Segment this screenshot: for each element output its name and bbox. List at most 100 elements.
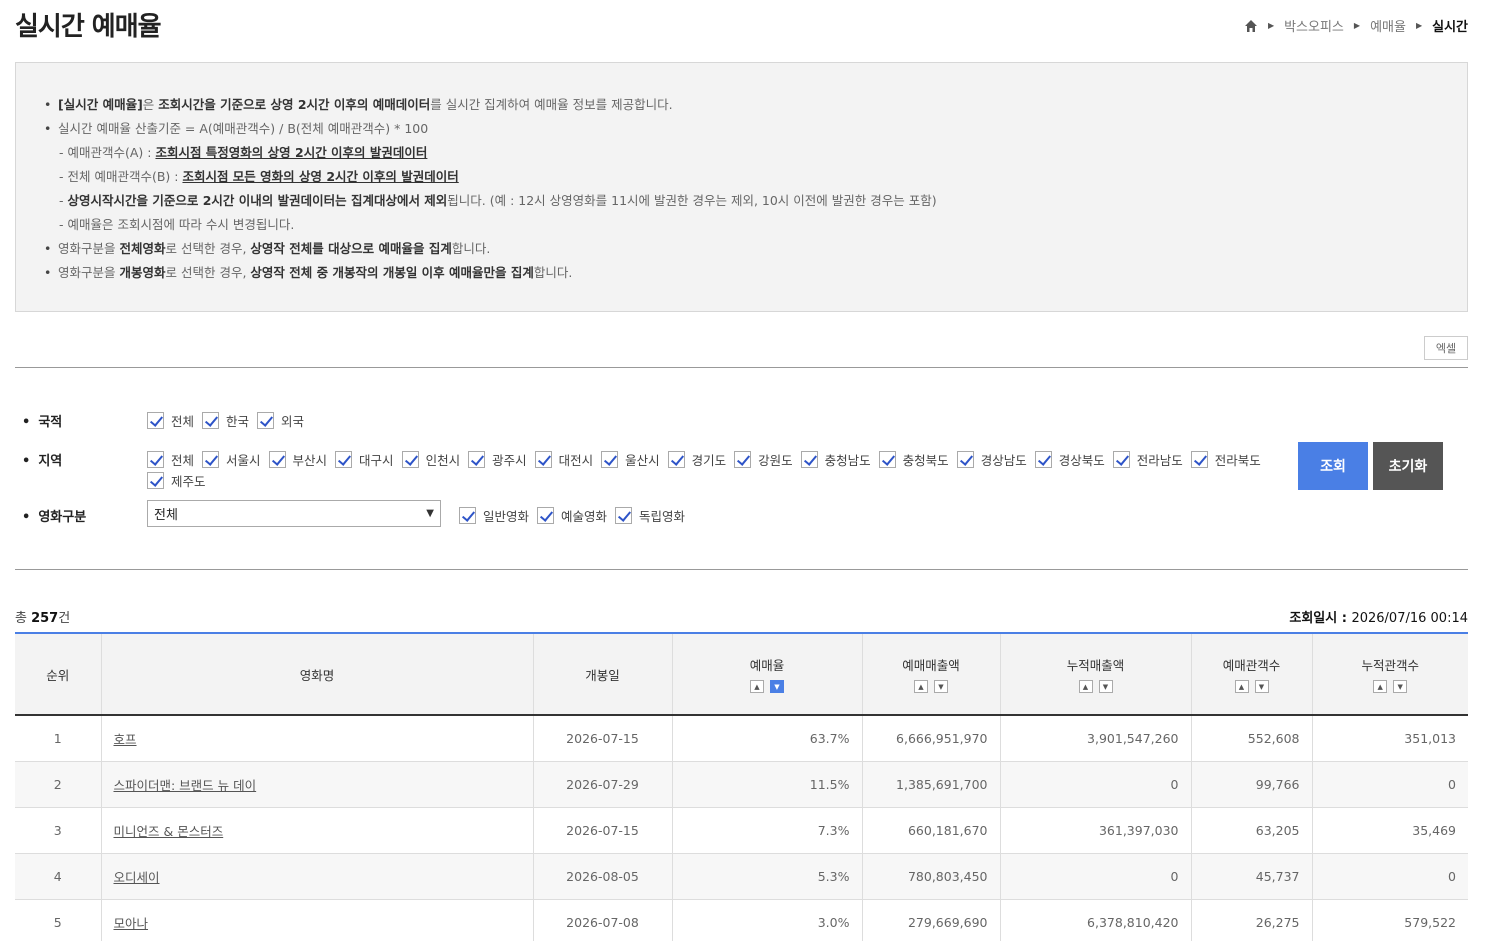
checkbox-checked-icon[interactable] [459,507,476,524]
movie-title-link[interactable]: 미니언즈 & 몬스터즈 [114,824,224,839]
table-cell: 1,385,691,700 [861,761,1000,808]
checkbox-nat-1[interactable]: 한국 [202,411,249,430]
table-cell: 279,669,690 [861,899,1000,941]
checkbox-checked-icon[interactable] [401,451,419,468]
checkbox-checked-icon[interactable] [147,412,164,429]
table-cell: 1 [15,715,101,762]
checkbox-region-15[interactable]: 전라북도 [1190,450,1261,469]
table-cell: 579,522 [1311,899,1468,941]
checkbox-region-5[interactable]: 광주시 [468,450,527,469]
breadcrumb-item-reservation[interactable]: 예매율 [1370,16,1406,35]
table-cell: 11.5% [671,761,862,808]
checkbox-type-0[interactable]: 일반영화 [459,506,529,525]
movie-title-link[interactable]: 오디세이 [114,870,160,885]
checkbox-region-9[interactable]: 강원도 [734,450,793,469]
checkbox-checked-icon[interactable] [667,451,685,468]
sort-up-icon[interactable]: ▲ [914,680,928,693]
checkbox-region-13[interactable]: 경상북도 [1034,450,1105,469]
column-header-cum-sales: 누적매출액 ▲ ▼ [999,632,1191,716]
info-line: 영화구분을 전체영화로 선택한 경우, 상영작 전체를 대상으로 예매율을 집계… [44,237,1439,261]
column-header-sales: 예매매출액 ▲ ▼ [861,632,1000,716]
movie-title-link[interactable]: 호프 [114,732,137,747]
sort-down-icon[interactable]: ▼ [1393,680,1408,693]
info-line: [실시간 예매율]은 조회시간을 기준으로 상영 2시간 이후의 예매데이터를 … [44,93,1439,117]
checkbox-type-1[interactable]: 예술영화 [537,506,607,525]
info-line: 실시간 예매율 산출기준 = A(예매관객수) / B(전체 예매관객수) * … [44,117,1439,141]
column-header: 개봉일 [532,632,672,716]
sort-down-icon[interactable]: ▼ [1098,680,1113,693]
divider [15,569,1468,570]
checkbox-region-0[interactable]: 전체 [147,450,194,469]
checkbox-region-11[interactable]: 충청북도 [878,450,949,469]
table-cell: 0 [1311,853,1468,900]
movie-title-link[interactable]: 모아나 [114,916,149,931]
checkbox-checked-icon[interactable] [615,507,633,524]
checkbox-region-7[interactable]: 울산시 [601,450,660,469]
checkbox-nat-0[interactable]: 전체 [147,411,194,430]
table-cell: 2026-07-08 [532,899,672,941]
sort-up-icon[interactable]: ▲ [1078,680,1093,693]
checkbox-checked-icon[interactable] [537,507,555,524]
checkbox-checked-icon[interactable] [800,451,818,468]
checkbox-label: 예술영화 [561,509,608,524]
table-cell: 780,803,450 [861,853,1000,900]
checkbox-checked-icon[interactable] [147,451,164,468]
checkbox-checked-icon[interactable] [601,451,619,468]
sort-up-icon[interactable]: ▲ [1373,680,1388,693]
checkbox-checked-icon[interactable] [468,451,486,468]
search-button[interactable]: 조회 [1298,442,1368,490]
checkbox-checked-icon[interactable] [202,451,220,468]
checkbox-region-1[interactable]: 서울시 [202,450,261,469]
table-cell: 2026-07-15 [532,807,672,854]
checkbox-checked-icon[interactable] [534,451,552,468]
checkbox-checked-icon[interactable] [257,412,275,429]
table-cell: 7.3% [671,807,862,854]
checkbox-checked-icon[interactable] [147,472,164,489]
checkbox-checked-icon[interactable] [1190,451,1208,468]
checkbox-region-4[interactable]: 인천시 [401,450,460,469]
checkbox-checked-icon[interactable] [202,412,220,429]
checkbox-region-6[interactable]: 대전시 [534,450,594,469]
checkbox-region-16[interactable]: 제주도 [147,471,206,490]
table-row: 5 모아나 2026-07-08 3.0% 279,669,690 6,378,810,4… [15,899,1468,941]
checkbox-region-3[interactable]: 대구시 [335,450,394,469]
checkbox-checked-icon[interactable] [878,451,896,468]
checkbox-region-8[interactable]: 경기도 [667,450,726,469]
checkbox-checked-icon[interactable] [956,451,974,468]
movie-title-link[interactable]: 스파이더맨: 브랜드 뉴 데이 [114,778,257,793]
sort-up-icon[interactable]: ▲ [750,680,764,693]
checkbox-label: 광주시 [492,453,527,468]
checkbox-region-14[interactable]: 전라남도 [1112,450,1183,469]
breadcrumb-item-boxoffice[interactable]: 박스오피스 [1284,16,1344,35]
sort-down-icon[interactable]: ▼ [770,680,784,693]
checkbox-nat-2[interactable]: 외국 [257,411,304,430]
checkbox-checked-icon[interactable] [734,451,752,468]
reservation-table: 순위 영화명 개봉일 예매율 ▲ ▼ 예매매출액 ▲ ▼ 누적매출액 ▲ ▼ 예매관객수 ▲ ▼… [15,632,1468,941]
column-header-cum-audience: 누적관객수 ▲ ▼ [1311,632,1468,716]
table-row: 2 스파이더맨: 브랜드 뉴 데이 2026-07-29 11.5% 1,385,691… [15,761,1468,808]
page-title: 실시간 예매율 [15,12,162,42]
checkbox-type-2[interactable]: 독립영화 [615,506,685,525]
checkbox-label: 대전시 [558,453,594,468]
checkbox-region-2[interactable]: 부산시 [268,450,328,469]
filter-label: 국적 [22,411,147,430]
excel-button[interactable]: 엑셀 [1424,336,1468,360]
checkbox-checked-icon[interactable] [1034,451,1052,468]
checkbox-checked-icon[interactable] [335,451,353,468]
checkbox-region-10[interactable]: 충청남도 [800,450,871,469]
home-icon[interactable] [1244,19,1258,33]
checkbox-checked-icon[interactable] [1112,451,1130,468]
checkbox-checked-icon[interactable] [268,451,286,468]
table-cell: 660,181,670 [861,807,1000,854]
movie-type-select[interactable]: 전체 ▼ [147,500,441,527]
sort-down-icon[interactable]: ▼ [1254,680,1269,693]
checkbox-region-12[interactable]: 경상남도 [956,450,1027,469]
sort-up-icon[interactable]: ▲ [1234,680,1249,693]
reset-button[interactable]: 초기화 [1373,442,1443,490]
movie-type-checkbox-group: 일반영화 예술영화 독립영화 [459,506,859,525]
chevron-right-icon: ▶ [1267,21,1275,30]
checkbox-label: 부산시 [292,453,328,468]
filter-region: 지역 전체 서울시 부산시 대구시 인천시 광주시 대전시 울산시 경기도 강원도 충청남도 충청북도… [22,450,1287,490]
table-cell: 2026-07-29 [532,761,672,808]
sort-down-icon[interactable]: ▼ [934,680,948,693]
